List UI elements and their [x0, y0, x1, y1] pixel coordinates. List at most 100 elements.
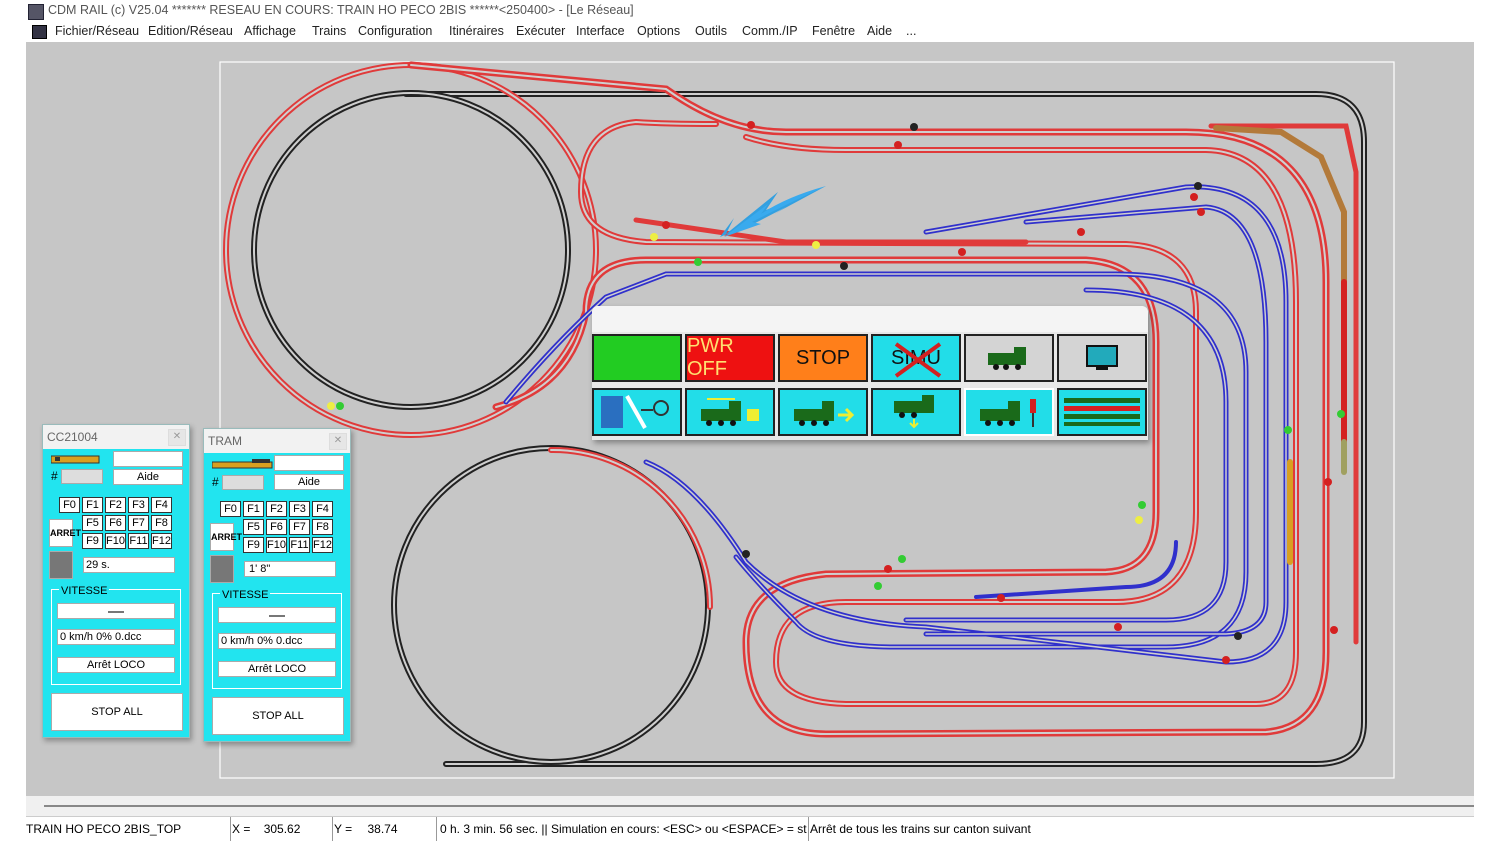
f5-button[interactable]: F5: [82, 515, 103, 531]
close-icon[interactable]: ✕: [329, 433, 347, 450]
f12-button[interactable]: F12: [312, 537, 333, 553]
monitor-icon: [1086, 345, 1118, 370]
menu-options[interactable]: Options: [637, 24, 680, 38]
menu-aide[interactable]: Aide: [867, 24, 892, 38]
address-field[interactable]: [61, 469, 103, 484]
track-switch-key-button[interactable]: [592, 388, 682, 436]
loco-arrow-icon: [794, 401, 855, 426]
f11-button[interactable]: F11: [128, 533, 149, 549]
x-label: X =: [232, 822, 251, 836]
menu-interface[interactable]: Interface: [576, 24, 625, 38]
track-switch-key-icon: [601, 395, 669, 429]
loco-down-button[interactable]: [871, 388, 961, 436]
stop-all-button[interactable]: STOP ALL: [212, 697, 344, 735]
control-panel-header[interactable]: [592, 306, 1148, 332]
timer-display: 1' 8": [244, 561, 336, 577]
locomotive-icon: [988, 347, 1026, 370]
x-value: 305.62: [263, 822, 301, 836]
f9-button[interactable]: F9: [82, 533, 103, 549]
arret-sign-icon[interactable]: ARRET: [210, 523, 242, 551]
loco-image-icon: [212, 459, 273, 469]
timer-display: 29 s.: [83, 557, 175, 573]
loco-status-indicator: [210, 555, 234, 583]
horizontal-scrollbar[interactable]: [26, 796, 1474, 816]
close-icon[interactable]: ✕: [168, 429, 186, 446]
arret-sign-icon[interactable]: ARRET: [49, 519, 81, 547]
loco-lock-button[interactable]: [685, 388, 775, 436]
menu-affichage[interactable]: Affichage: [244, 24, 296, 38]
menu-comm-ip[interactable]: Comm./IP: [742, 24, 798, 38]
menu-fichier[interactable]: Fichier/Réseau: [55, 24, 139, 38]
view-mode-selector[interactable]: [274, 455, 344, 471]
status-x-coordinate: X = 305.62: [232, 817, 333, 841]
simulation-crossed-icon: [894, 342, 942, 378]
y-value: 38.74: [367, 822, 398, 836]
f1-button[interactable]: F1: [82, 497, 103, 513]
speed-slider[interactable]: [218, 607, 336, 623]
scrollbar-track[interactable]: [44, 805, 1474, 807]
f6-button[interactable]: F6: [266, 519, 287, 535]
f3-button[interactable]: F3: [128, 497, 149, 513]
speed-slider[interactable]: [57, 603, 175, 619]
loco-down-icon: [894, 395, 934, 429]
speed-slider-thumb[interactable]: [269, 615, 285, 617]
f0-button[interactable]: F0: [220, 501, 241, 517]
loco-window-header[interactable]: TRAM ✕: [204, 429, 350, 453]
f5-button[interactable]: F5: [243, 519, 264, 535]
arret-loco-button[interactable]: Arrêt LOCO: [218, 661, 336, 677]
address-hash: #: [212, 475, 219, 489]
f2-button[interactable]: F2: [266, 501, 287, 517]
menu-more[interactable]: ...: [906, 24, 916, 38]
simu-button[interactable]: SIMU: [871, 334, 961, 382]
f10-button[interactable]: F10: [105, 533, 126, 549]
view-mode-selector[interactable]: [113, 451, 183, 467]
locomotive-button[interactable]: [964, 334, 1054, 382]
f0-button[interactable]: F0: [59, 497, 80, 513]
control-panel: PWR OFF STOP SIMU: [592, 306, 1148, 440]
app-icon[interactable]: [28, 4, 44, 20]
train-list-icon: [1064, 398, 1140, 426]
menu-edition[interactable]: Edition/Réseau: [148, 24, 233, 38]
address-hash: #: [51, 469, 58, 483]
menu-configuration[interactable]: Configuration: [358, 24, 432, 38]
power-off-label: PWR OFF: [687, 335, 734, 380]
f4-button[interactable]: F4: [151, 497, 172, 513]
stop-button[interactable]: STOP: [778, 334, 868, 382]
f10-button[interactable]: F10: [266, 537, 287, 553]
loco-arrow-button[interactable]: [778, 388, 868, 436]
f8-button[interactable]: F8: [151, 515, 172, 531]
f7-button[interactable]: F7: [128, 515, 149, 531]
f9-button[interactable]: F9: [243, 537, 264, 553]
f11-button[interactable]: F11: [289, 537, 310, 553]
f2-button[interactable]: F2: [105, 497, 126, 513]
f8-button[interactable]: F8: [312, 519, 333, 535]
aide-button[interactable]: Aide: [274, 474, 344, 490]
menu-outils[interactable]: Outils: [695, 24, 727, 38]
status-y-coordinate: Y = 38.74: [334, 817, 437, 841]
menu-fenetre[interactable]: Fenêtre: [812, 24, 855, 38]
loco-window-header[interactable]: CC21004 ✕: [43, 425, 189, 449]
menu-trains[interactable]: Trains: [312, 24, 346, 38]
arret-loco-button[interactable]: Arrêt LOCO: [57, 657, 175, 673]
train-list-button[interactable]: [1057, 388, 1147, 436]
menu-itineraires[interactable]: Itinéraires: [449, 24, 504, 38]
power-off-button[interactable]: PWR OFF: [685, 334, 775, 382]
loco-signal-button[interactable]: [964, 388, 1054, 436]
stop-all-button[interactable]: STOP ALL: [51, 693, 183, 731]
status-network-name: TRAIN HO PECO 2BIS_TOP: [26, 817, 231, 841]
f4-button[interactable]: F4: [312, 501, 333, 517]
document-icon[interactable]: [32, 25, 47, 39]
f6-button[interactable]: F6: [105, 515, 126, 531]
f7-button[interactable]: F7: [289, 519, 310, 535]
power-on-button[interactable]: [592, 334, 682, 382]
window-title: CDM RAIL (c) V25.04 ******* RESEAU EN CO…: [48, 3, 634, 17]
aide-button[interactable]: Aide: [113, 469, 183, 485]
speed-slider-thumb[interactable]: [108, 611, 124, 613]
menu-executer[interactable]: Exécuter: [516, 24, 565, 38]
vitesse-label: VITESSE: [59, 585, 110, 597]
f12-button[interactable]: F12: [151, 533, 172, 549]
f3-button[interactable]: F3: [289, 501, 310, 517]
address-field[interactable]: [222, 475, 264, 490]
monitor-button[interactable]: [1057, 334, 1147, 382]
f1-button[interactable]: F1: [243, 501, 264, 517]
